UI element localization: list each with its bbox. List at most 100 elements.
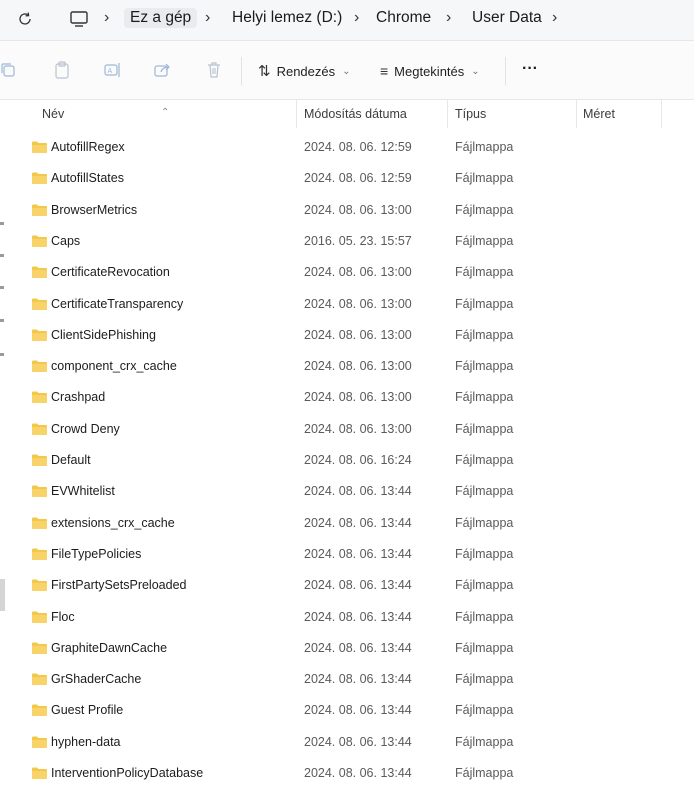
folder-icon (32, 485, 47, 498)
sort-caret-icon: ⌃ (161, 107, 170, 118)
breadcrumb-this-pc[interactable]: Ez a gép (124, 8, 198, 28)
folder-icon (32, 360, 47, 373)
column-divider[interactable] (296, 100, 297, 128)
folder-icon (32, 204, 47, 216)
file-row[interactable]: CertificateRevocation 2024. 08. 06. 13:00… (0, 257, 694, 288)
file-type: Fájlmappa (455, 484, 514, 499)
file-row[interactable]: Default 2024. 08. 06. 16:24 Fájlmappa (0, 445, 694, 476)
breadcrumb-chrome[interactable]: Chrome (376, 8, 431, 28)
file-row[interactable]: BrowserMetrics 2024. 08. 06. 13:00 Fájlmap… (0, 195, 694, 226)
trash-icon[interactable] (204, 60, 224, 80)
file-modified-date: 2024. 08. 06. 13:00 (304, 265, 412, 280)
toolbar-divider (505, 57, 506, 85)
file-name: Default (51, 453, 91, 467)
file-row[interactable]: GraphiteDawnCache 2024. 08. 06. 13:44 Fájl… (0, 633, 694, 664)
column-divider[interactable] (576, 100, 577, 128)
rename-icon[interactable]: A (103, 60, 123, 80)
file-row[interactable]: FileTypePolicies 2024. 08. 06. 13:44 Fájlm… (0, 539, 694, 570)
file-name: InterventionPolicyDatabase (51, 766, 204, 780)
file-modified-date: 2024. 08. 06. 13:00 (304, 296, 412, 311)
monitor-icon[interactable] (66, 6, 92, 32)
folder-icon (32, 329, 47, 341)
file-modified-date: 2024. 08. 06. 13:44 (304, 515, 412, 530)
file-type: Fájlmappa (455, 140, 514, 154)
file-type: Fájlmappa (455, 734, 514, 749)
file-modified-date: 2024. 08. 06. 13:00 (304, 390, 412, 405)
file-name: extensions_crx_cache (51, 515, 175, 530)
folder-icon (32, 141, 47, 153)
file-row[interactable]: ClientSidePhishing 2024. 08. 06. 13:00 Fáj… (0, 320, 694, 351)
file-type: Fájlmappa (455, 609, 514, 624)
file-modified-date: 2024. 08. 06. 13:00 (304, 359, 412, 374)
refresh-icon[interactable] (14, 8, 36, 30)
file-type: Fájlmappa (455, 515, 514, 530)
file-type: Fájlmappa (455, 672, 514, 687)
chevron-right-icon[interactable]: › (552, 9, 557, 27)
file-row[interactable]: Floc 2024. 08. 06. 13:44 Fájlmappa (0, 602, 694, 633)
file-row[interactable]: hyphen-data 2024. 08. 06. 13:44 Fájlmappa (0, 727, 694, 758)
column-size[interactable]: Méret (583, 107, 615, 121)
file-row[interactable]: Caps 2016. 05. 23. 15:57 Fájlmappa (0, 226, 694, 257)
file-row[interactable]: InterventionPolicyDatabase 2024. 08. 06. … (0, 758, 694, 789)
file-row[interactable]: CertificateTransparency 2024. 08. 06. 13:… (0, 289, 694, 320)
file-type: Fájlmappa (455, 202, 514, 217)
chevron-right-icon[interactable]: › (205, 9, 210, 27)
copy-icon[interactable] (0, 60, 18, 80)
column-divider[interactable] (447, 100, 448, 128)
column-divider[interactable] (661, 100, 662, 128)
folder-icon (32, 454, 47, 466)
sort-button[interactable]: ⇅ Rendezés ⌄ (258, 61, 351, 81)
file-type: Fájlmappa (455, 453, 514, 467)
file-type: Fájlmappa (455, 327, 514, 342)
file-row[interactable]: Guest Profile 2024. 08. 06. 13:44 Fájlmapp… (0, 695, 694, 726)
file-type: Fájlmappa (455, 296, 514, 311)
file-row[interactable]: FirstPartySetsPreloaded 2024. 08. 06. 13:… (0, 570, 694, 601)
file-row[interactable]: Crashpad 2024. 08. 06. 13:00 Fájlmappa (0, 382, 694, 413)
column-header-row: ⌃ Név Módosítás dátuma Típus Méret (0, 100, 694, 128)
share-icon[interactable] (153, 60, 173, 80)
column-name[interactable]: Név (42, 107, 64, 121)
folder-icon (32, 266, 47, 279)
file-name: ClientSidePhishing (51, 327, 156, 342)
file-modified-date: 2024. 08. 06. 13:44 (304, 672, 412, 687)
column-type[interactable]: Típus (455, 107, 486, 121)
file-row[interactable]: extensions_crx_cache 2024. 08. 06. 13:44 F… (0, 508, 694, 539)
file-modified-date: 2024. 08. 06. 13:00 (304, 202, 412, 217)
folder-icon (32, 391, 47, 404)
folder-icon (32, 736, 47, 748)
file-modified-date: 2024. 08. 06. 16:24 (304, 453, 412, 467)
sort-icon: ⇅ (258, 63, 271, 80)
file-name: component_crx_cache (51, 359, 177, 374)
svg-text:A: A (108, 68, 113, 75)
file-name: GraphiteDawnCache (51, 640, 168, 655)
file-modified-date: 2024. 08. 06. 12:59 (304, 140, 412, 154)
file-row[interactable]: Crowd Deny 2024. 08. 06. 13:00 Fájlmappa (0, 414, 694, 445)
view-label: Megtekintés (394, 63, 465, 79)
file-row[interactable]: EVWhitelist 2024. 08. 06. 13:44 Fájlmappa (0, 476, 694, 507)
file-name: CertificateTransparency (51, 296, 184, 311)
view-button[interactable]: ≡ Megtekintés ⌄ (380, 61, 480, 81)
chevron-right-icon[interactable]: › (354, 9, 359, 27)
file-row[interactable]: component_crx_cache 2024. 08. 06. 13:00 Fá… (0, 351, 694, 382)
file-modified-date: 2024. 08. 06. 13:44 (304, 484, 412, 499)
file-modified-date: 2024. 08. 06. 13:44 (304, 734, 412, 749)
file-row[interactable]: GrShaderCache 2024. 08. 06. 13:44 Fájlmapp… (0, 664, 694, 695)
folder-icon (32, 767, 47, 779)
file-name: CertificateRevocation (51, 265, 170, 280)
paste-icon[interactable] (52, 60, 72, 80)
chevron-right-icon[interactable]: › (446, 9, 451, 27)
file-modified-date: 2024. 08. 06. 12:59 (304, 171, 412, 186)
file-name: BrowserMetrics (51, 202, 138, 217)
folder-icon (32, 517, 47, 529)
more-options-button[interactable]: ··· (522, 59, 538, 79)
file-row[interactable]: AutofillRegex 2024. 08. 06. 12:59 Fájlmapp… (0, 132, 694, 163)
breadcrumb-user-data[interactable]: User Data (472, 8, 542, 28)
file-row[interactable]: AutofillStates 2024. 08. 06. 12:59 Fájlmap… (0, 163, 694, 194)
chevron-right-icon[interactable]: › (104, 9, 109, 27)
file-name: Guest Profile (51, 703, 124, 718)
chevron-down-icon: ⌄ (471, 65, 480, 77)
column-modified[interactable]: Módosítás dátuma (304, 107, 407, 121)
file-name: Caps (51, 233, 81, 248)
folder-icon (32, 579, 47, 592)
breadcrumb-drive[interactable]: Helyi lemez (D:) (232, 8, 342, 28)
